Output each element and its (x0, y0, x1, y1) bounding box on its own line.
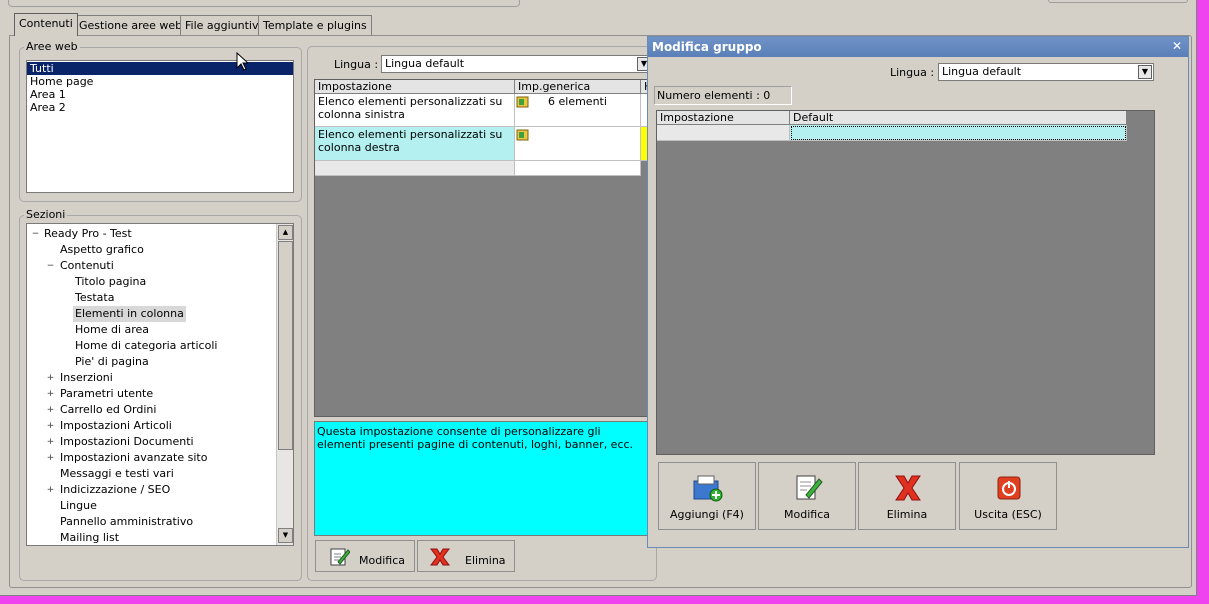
dialog-elimina-label: Elimina (886, 508, 928, 521)
grid-new-row-impostazione[interactable] (315, 161, 515, 176)
settings-grid[interactable]: Impostazione Imp.generica H Elenco eleme… (314, 79, 651, 417)
delete-x-icon (893, 473, 923, 506)
element-count-text: Numero elementi : 0 (657, 89, 771, 102)
sezioni-tree[interactable]: − Ready Pro - Test Aspetto grafico − Contenu… (26, 223, 294, 546)
aggiungi-button-label: Aggiungi (F4) (670, 508, 744, 521)
group-icon (516, 129, 530, 142)
grid-header-impostazione[interactable]: Impostazione (315, 80, 515, 94)
tree-item[interactable]: Pie' di pagina (75, 354, 149, 370)
aggiungi-button[interactable]: Aggiungi (F4) (658, 462, 756, 530)
list-item-home-page[interactable]: Home page (27, 75, 293, 88)
tree-item[interactable]: Parametri utente (60, 386, 153, 402)
lingua-select[interactable]: Lingua default ▼ (381, 55, 653, 73)
grid-row-1-impostazione[interactable]: Elenco elementi personalizzati su colonn… (315, 94, 515, 127)
modifica-button[interactable]: Modifica (315, 540, 415, 572)
tab-gestione-aree-web[interactable]: Gestione aree web (74, 15, 188, 35)
scroll-thumb[interactable] (278, 241, 293, 450)
lingua-select-value: Lingua default (385, 57, 465, 70)
description-text: Questa impostazione consente di personal… (317, 425, 634, 451)
grid-header-imp-generica[interactable]: Imp.generica (515, 80, 641, 94)
tree-item[interactable]: Pannello amministrativo (60, 514, 193, 530)
tree-item[interactable]: Impostazioni Articoli (60, 418, 172, 434)
list-item-tutti[interactable]: Tutti (27, 62, 293, 75)
grid-row-1-generica-value: 6 elementi (548, 95, 607, 108)
dialog-elimina-button[interactable]: Elimina (858, 462, 956, 530)
tree-item[interactable]: Inserzioni (60, 370, 113, 386)
tab-file-aggiuntivi[interactable]: File aggiuntivi (180, 15, 267, 35)
element-count: Numero elementi : 0 (654, 86, 792, 105)
top-frame-right (1048, 0, 1188, 3)
dialog-title: Modifica gruppo (652, 40, 762, 54)
top-frame-left (8, 0, 520, 7)
uscita-button[interactable]: Uscita (ESC) (959, 462, 1057, 530)
dialog-grid-new-row-default[interactable] (790, 125, 1127, 141)
mouse-cursor-icon (236, 51, 250, 75)
tree-item[interactable]: Titolo pagina (75, 274, 146, 290)
grid-row-2-impostazione[interactable]: Elenco elementi personalizzati su colonn… (315, 127, 515, 161)
tree-item[interactable]: Testata (75, 290, 114, 306)
list-item-area-2[interactable]: Area 2 (27, 101, 293, 114)
edit-icon (793, 473, 823, 506)
power-icon (996, 475, 1022, 504)
modifica-gruppo-dialog: Modifica gruppo ✕ Lingua : Lingua defaul… (647, 36, 1189, 548)
tab-contenuti[interactable]: Contenuti (14, 13, 78, 36)
dialog-grid-header-impostazione[interactable]: Impostazione (657, 111, 790, 125)
tree-expander-icon[interactable]: − (31, 230, 40, 239)
elimina-button-label: Elimina (465, 554, 506, 567)
dialog-grid-new-row-impostazione[interactable] (657, 125, 790, 141)
tree-item[interactable]: Lingue (60, 498, 97, 514)
add-folder-icon (692, 473, 724, 506)
tree-item[interactable]: Contenuti (60, 258, 114, 274)
dialog-modifica-button[interactable]: Modifica (758, 462, 856, 530)
lingua-label: Lingua : (334, 58, 379, 71)
tree-item[interactable]: Aspetto grafico (60, 242, 144, 258)
tree-item[interactable]: Mailing list (60, 530, 119, 545)
tree-item[interactable]: Impostazioni avanzate sito (60, 450, 207, 466)
close-icon[interactable]: ✕ (1172, 39, 1182, 53)
dialog-grid-header-default[interactable]: Default (790, 111, 1127, 125)
dialog-grid[interactable]: Impostazione Default (656, 110, 1155, 455)
dialog-title-bar[interactable]: Modifica gruppo ✕ (648, 37, 1188, 57)
aree-web-legend: Aree web (24, 40, 80, 53)
scroll-up-button[interactable]: ▲ (278, 225, 293, 240)
dialog-modifica-label: Modifica (784, 508, 830, 521)
tree-scrollbar[interactable]: ▲ ▼ (276, 224, 293, 545)
dialog-lingua-select[interactable]: Lingua default ▼ (938, 63, 1154, 81)
tree-item[interactable]: Messaggi e testi vari (60, 466, 174, 482)
tree-item[interactable]: Elementi in colonna (73, 306, 186, 322)
grid-row-1-generica[interactable]: 6 elementi (515, 94, 641, 127)
dialog-lingua-value: Lingua default (942, 65, 1022, 78)
tree-item[interactable]: Indicizzazione / SEO (60, 482, 170, 498)
tree-item[interactable]: Home di area (75, 322, 149, 338)
grid-row-2-generica[interactable] (515, 127, 641, 161)
elimina-button[interactable]: Elimina (417, 540, 515, 572)
tree-item[interactable]: Impostazioni Documenti (60, 434, 194, 450)
dialog-lingua-label: Lingua : (890, 66, 935, 79)
tree-expander-icon[interactable]: + (46, 486, 55, 495)
tree-item[interactable]: Ready Pro - Test (44, 226, 132, 242)
sezioni-legend: Sezioni (24, 208, 68, 221)
tree-item[interactable]: Carrello ed Ordini (60, 402, 156, 418)
tab-template-plugins[interactable]: Template e plugins (258, 15, 372, 35)
tree-expander-icon[interactable]: + (46, 390, 55, 399)
tree-item[interactable]: Home di categoria articoli (75, 338, 217, 354)
tree-expander-icon[interactable]: + (46, 422, 55, 431)
uscita-button-label: Uscita (ESC) (974, 508, 1042, 521)
group-icon (516, 96, 530, 109)
grid-new-row-generica[interactable] (515, 161, 641, 176)
list-item-area-1[interactable]: Area 1 (27, 88, 293, 101)
tree-expander-icon[interactable]: + (46, 374, 55, 383)
tree-expander-icon[interactable]: + (46, 454, 55, 463)
scroll-down-button[interactable]: ▼ (278, 528, 293, 543)
delete-x-icon (428, 546, 452, 571)
tree-expander-icon[interactable]: + (46, 438, 55, 447)
aree-web-list[interactable]: Tutti Home page Area 1 Area 2 (26, 60, 294, 193)
tree-expander-icon[interactable]: − (46, 262, 55, 271)
description-box: Questa impostazione consente di personal… (314, 421, 650, 536)
edit-icon (328, 546, 351, 571)
tree-expander-icon[interactable]: + (46, 406, 55, 415)
chevron-down-icon[interactable]: ▼ (1138, 65, 1152, 79)
modifica-button-label: Modifica (359, 554, 405, 567)
